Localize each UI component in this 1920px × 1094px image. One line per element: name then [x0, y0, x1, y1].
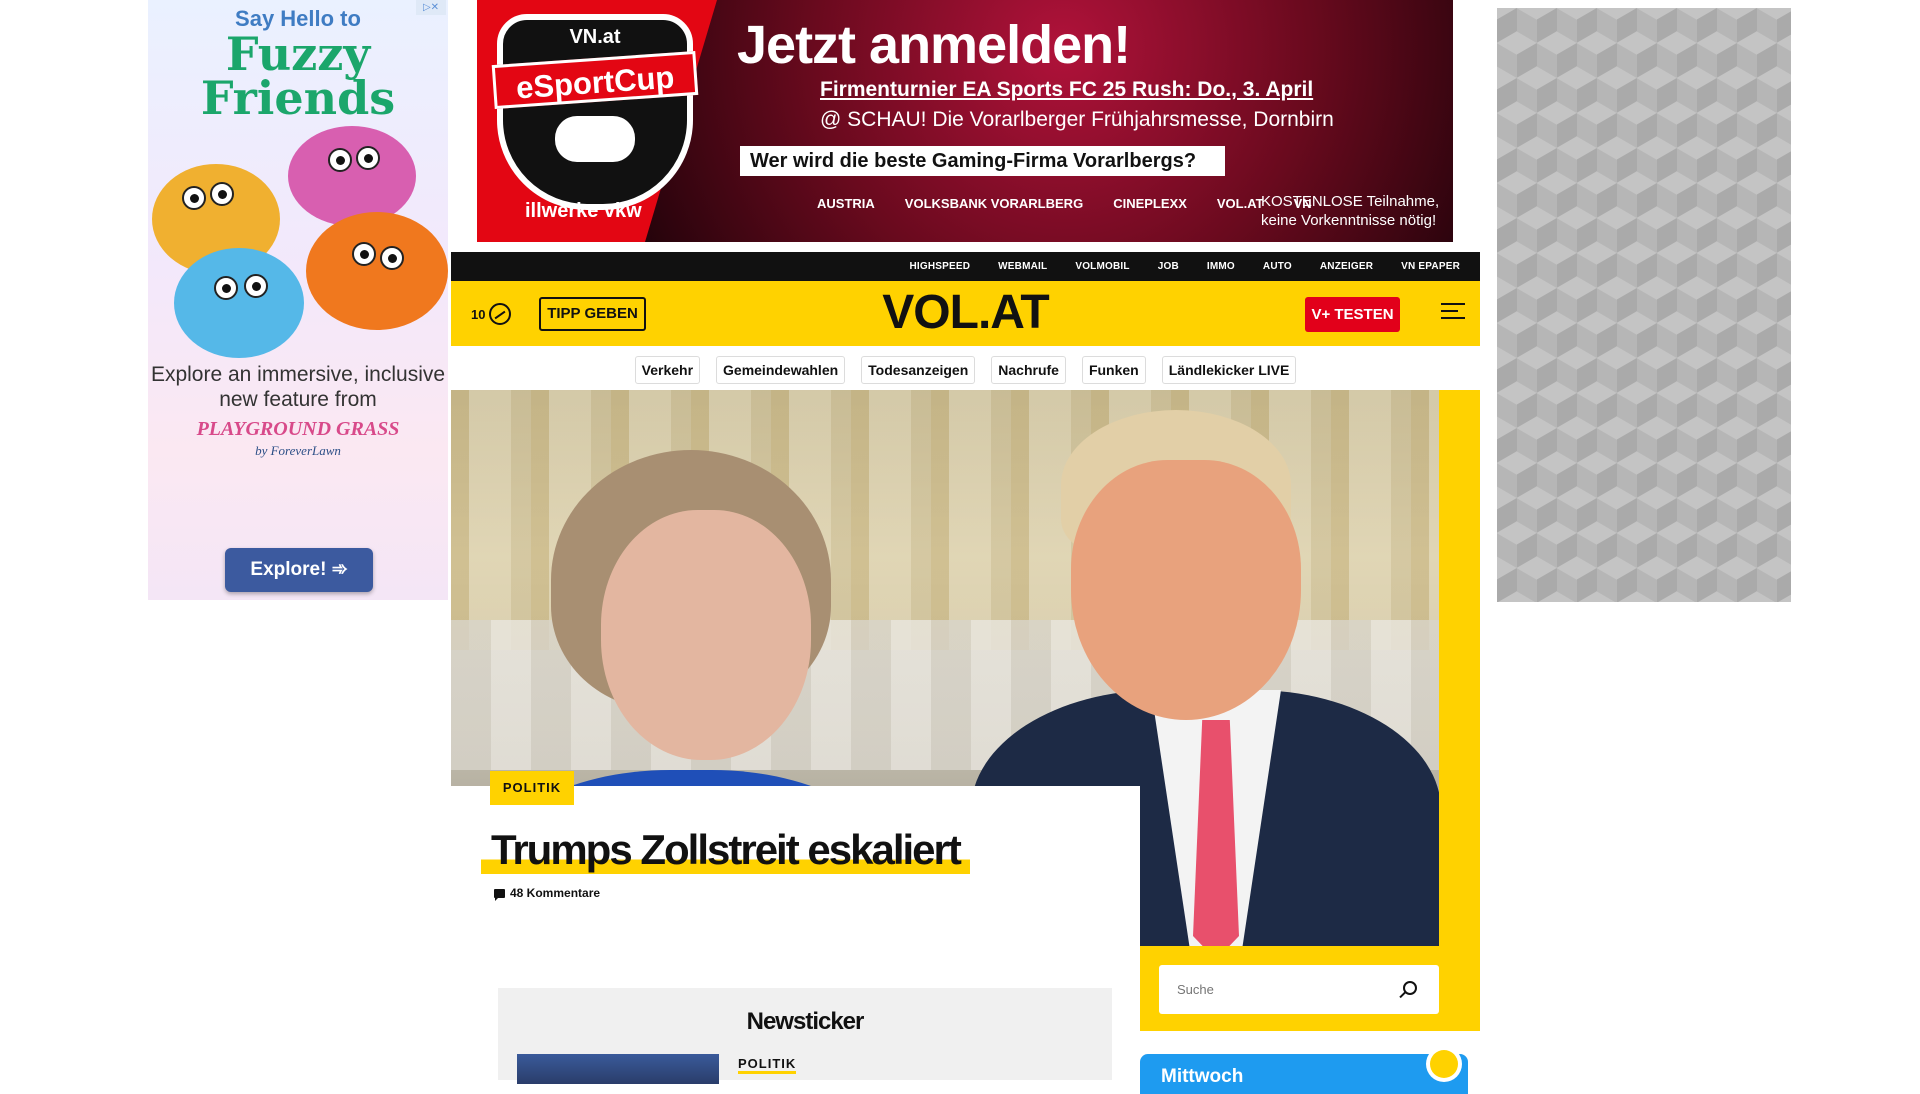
link-immo[interactable]: IMMO	[1193, 261, 1249, 272]
ad-headline: Fuzzy Friends	[200, 27, 396, 125]
sponsor-logo: CINEPLEXX	[1113, 196, 1187, 211]
sun-icon	[1430, 1050, 1458, 1078]
shield-vn-text: VN.at	[569, 26, 621, 48]
link-volmobil[interactable]: VOLMOBIL	[1061, 261, 1143, 272]
link-job[interactable]: JOB	[1144, 261, 1193, 272]
banner-sponsors: AUSTRIA VOLKSBANK VORARLBERG CINEPLEXX V…	[817, 196, 1312, 211]
service-links-bar: HIGHSPEED WEBMAIL VOLMOBIL JOB IMMO AUTO…	[451, 252, 1480, 281]
ad-brand-sub: by ForeverLawn	[255, 443, 341, 458]
weather-day: Mittwoch	[1161, 1066, 1244, 1087]
link-highspeed[interactable]: HIGHSPEED	[895, 261, 984, 272]
shield-cup-text: eSportCup	[491, 50, 699, 110]
search-box	[1159, 965, 1439, 1014]
sponsor-logo: AUSTRIA	[817, 196, 875, 211]
banner-question: Wer wird die beste Gaming-Firma Vorarlbe…	[740, 146, 1225, 176]
hero-comments-link[interactable]: 48 Kommentare	[494, 886, 601, 901]
category-nav: Verkehr Gemeindewahlen Todesanzeigen Nac…	[451, 356, 1480, 384]
left-advertisement[interactable]: ▷✕ Say Hello to Fuzzy Friends Explore an…	[148, 0, 448, 600]
banner-free-line-2: keine Vorkenntnisse nötig!	[1261, 212, 1437, 229]
banner-free-line-1: KOSTENLOSE Teilnahme,	[1261, 193, 1440, 210]
adchoices-icon[interactable]: ▷✕	[416, 0, 446, 15]
search-icon[interactable]	[1403, 981, 1417, 995]
category-laendlekicker-live[interactable]: Ländlekicker LIVE	[1161, 356, 1297, 384]
category-todesanzeigen[interactable]: Todesanzeigen	[861, 356, 976, 384]
esportcup-banner[interactable]: VN.at eSportCup illwerke vkw Jetzt anmel…	[477, 0, 1453, 242]
banner-free-text: KOSTENLOSE Teilnahme, keine Vorkenntniss…	[1261, 192, 1439, 230]
hero-headline[interactable]: Trumps Zollstreit eskaliert	[481, 826, 970, 874]
gamepad-icon	[555, 116, 635, 162]
esportcup-shield-logo: VN.at eSportCup	[491, 14, 699, 210]
banner-line-1: Firmenturnier EA Sports FC 25 Rush: Do.,…	[820, 78, 1314, 101]
hero-category-badge[interactable]: POLITIK	[490, 771, 574, 805]
banner-headline: Jetzt anmelden!	[737, 15, 1131, 75]
vplus-testen-button[interactable]: V+ TESTEN	[1305, 297, 1400, 332]
ticker-category[interactable]: POLITIK	[738, 1056, 797, 1074]
site-header: 10 TIPP GEBEN VOL.AT V+ TESTEN	[451, 281, 1480, 346]
category-nachrufe[interactable]: Nachrufe	[991, 356, 1066, 384]
fuzzy-friends-illustration	[148, 126, 448, 358]
ad-brand-logo: PLAYGROUND GRASS	[196, 418, 400, 440]
newsticker: Newsticker POLITIK	[498, 988, 1112, 1084]
weather-widget[interactable]: Mittwoch	[1140, 1050, 1468, 1094]
menu-search-icon[interactable]	[1441, 303, 1465, 323]
banner-powered-by: illwerke vkw	[525, 200, 642, 222]
category-gemeindewahlen[interactable]: Gemeindewahlen	[716, 356, 846, 384]
search-input[interactable]	[1159, 965, 1379, 1014]
hero-article-card[interactable]	[451, 786, 1140, 966]
newsticker-title: Newsticker	[746, 1008, 865, 1035]
link-webmail[interactable]: WEBMAIL	[984, 261, 1061, 272]
sponsor-logo: VOLKSBANK VORARLBERG	[904, 196, 1084, 211]
category-funken[interactable]: Funken	[1081, 356, 1146, 384]
right-advertisement[interactable]	[1497, 8, 1791, 602]
category-verkehr[interactable]: Verkehr	[634, 356, 701, 384]
link-anzeiger[interactable]: ANZEIGER	[1306, 261, 1387, 272]
sponsor-logo: VOL.AT	[1216, 196, 1264, 211]
link-auto[interactable]: AUTO	[1249, 261, 1306, 272]
comment-icon	[494, 888, 505, 901]
banner-line-2: @ SCHAU! Die Vorarlberger Frühjahrsmesse…	[820, 108, 1334, 131]
comments-count: 48 Kommentare	[510, 886, 601, 900]
ad-body-text: Explore an immersive, inclusive new feat…	[150, 363, 446, 411]
ad-explore-button[interactable]: Explore! ➾	[225, 548, 373, 592]
link-vn-epaper[interactable]: VN EPAPER	[1387, 261, 1474, 272]
